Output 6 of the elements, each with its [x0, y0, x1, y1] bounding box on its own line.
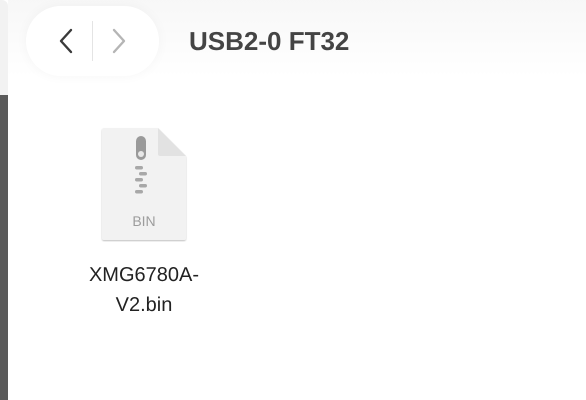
chevron-right-icon: [111, 28, 127, 54]
file-name[interactable]: XMG6780A- V2.bin: [86, 260, 202, 320]
file-type-label: BIN: [132, 213, 156, 229]
zipped-file-icon[interactable]: [102, 128, 186, 240]
chevron-left-icon: [58, 28, 74, 54]
window-title: USB2-0 FT32: [189, 26, 350, 56]
